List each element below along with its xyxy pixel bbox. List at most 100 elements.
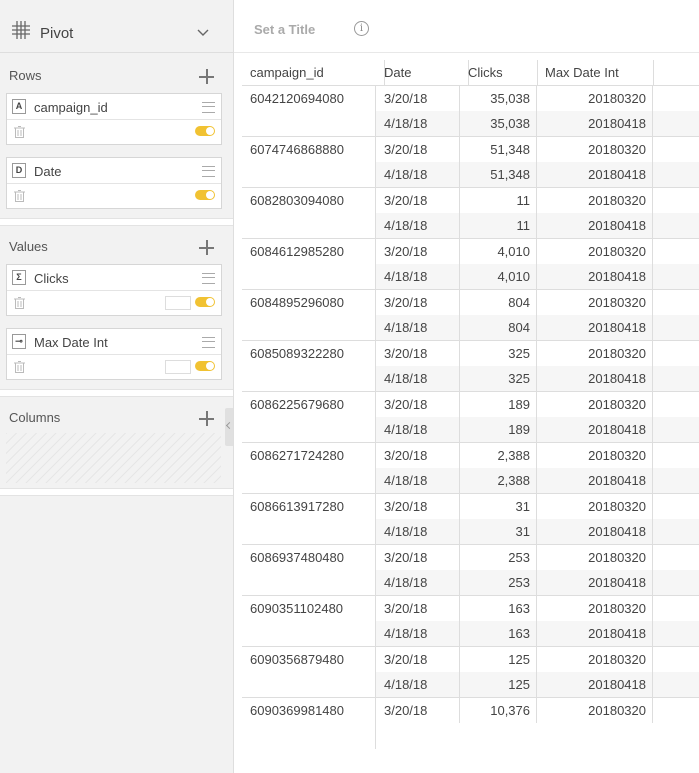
value-field-clicks[interactable]: Σ Clicks: [6, 264, 222, 316]
clicks-cell: 325: [460, 341, 537, 366]
drag-handle-icon[interactable]: [202, 166, 215, 177]
campaign-id-cell: 6084895296080: [242, 290, 376, 341]
clicks-cell: 804: [460, 315, 537, 341]
campaign-id-cell: 6090356879480: [242, 647, 376, 698]
max-date-int-cell: 20180418: [537, 162, 653, 188]
trash-icon[interactable]: [14, 190, 25, 202]
max-date-int-cell: 20180418: [537, 570, 653, 596]
widget-type-selector[interactable]: Pivot: [0, 5, 233, 53]
column-header-clicks[interactable]: Clicks: [460, 60, 538, 86]
columns-section-title: Columns: [9, 410, 61, 425]
max-date-int-cell: 20180418: [537, 111, 653, 137]
add-column-button[interactable]: [199, 411, 215, 427]
table-row-group: 6085089322280 3/20/18 325 20180320 4/18/18 32…: [242, 340, 699, 392]
max-date-int-cell: 20180320: [537, 137, 653, 162]
clicks-cell: 2,388: [460, 468, 537, 494]
field-toggle[interactable]: [195, 190, 215, 200]
section-divider: [0, 389, 233, 397]
table-row-group: 6084612985280 3/20/18 4,010 20180320 4/18/18…: [242, 238, 699, 290]
clicks-cell: 325: [460, 366, 537, 392]
widget-type-label: Pivot: [40, 25, 74, 42]
format-box[interactable]: [165, 360, 191, 374]
info-icon[interactable]: i: [354, 21, 369, 36]
values-section-title: Values: [9, 239, 48, 254]
row-field-date[interactable]: D Date: [6, 157, 222, 209]
max-date-int-cell: 20180320: [537, 698, 653, 723]
date-cell: 3/20/18: [376, 392, 460, 417]
clicks-cell: 51,348: [460, 162, 537, 188]
table-row-group: 6086613917280 3/20/18 31 20180320 4/18/18 31 2…: [242, 493, 699, 545]
date-cell: 3/20/18: [376, 647, 460, 672]
column-header-date[interactable]: Date: [376, 60, 469, 86]
field-toggle[interactable]: [195, 297, 215, 307]
clicks-cell: 804: [460, 290, 537, 315]
trash-icon[interactable]: [14, 126, 25, 138]
table-row-group: 6082803094080 3/20/18 11 20180320 4/18/18 11 2…: [242, 187, 699, 239]
campaign-id-cell: 6090369981480: [242, 698, 376, 749]
date-cell: 4/18/18: [376, 264, 460, 290]
campaign-id-cell: 6074746868880: [242, 137, 376, 188]
date-cell: 4/18/18: [376, 672, 460, 698]
value-field-max-date-int[interactable]: ⊸ Max Date Int: [6, 328, 222, 380]
date-cell: 3/20/18: [376, 239, 460, 264]
date-cell: 3/20/18: [376, 545, 460, 570]
date-cell: 3/20/18: [376, 494, 460, 519]
clicks-cell: 51,348: [460, 137, 537, 162]
chevron-down-icon[interactable]: [197, 29, 209, 37]
column-header-max-date-int[interactable]: Max Date Int: [537, 60, 654, 86]
max-date-int-cell: 20180418: [537, 366, 653, 392]
trash-icon[interactable]: [14, 297, 25, 309]
pivot-settings-panel: Pivot Rows A campaign_id D Date Values Σ…: [0, 0, 234, 773]
clicks-cell: 35,038: [460, 111, 537, 137]
add-value-button[interactable]: [199, 240, 215, 256]
rows-section-title: Rows: [9, 68, 42, 83]
max-date-int-cell: 20180320: [537, 545, 653, 570]
columns-drop-zone[interactable]: [6, 433, 221, 483]
field-toggle[interactable]: [195, 126, 215, 136]
clicks-cell: 253: [460, 545, 537, 570]
trash-icon[interactable]: [14, 361, 25, 373]
max-date-int-cell: 20180320: [537, 647, 653, 672]
max-date-int-cell: 20180418: [537, 672, 653, 698]
max-date-int-cell: 20180418: [537, 315, 653, 341]
sum-type-badge: Σ: [12, 270, 26, 285]
field-label: Clicks: [34, 271, 69, 286]
clicks-cell: 11: [460, 213, 537, 239]
add-row-button[interactable]: [199, 69, 215, 85]
date-cell: 4/18/18: [376, 315, 460, 341]
drag-handle-icon[interactable]: [202, 102, 215, 113]
table-row-group: 6090351102480 3/20/18 163 20180320 4/18/18 16…: [242, 595, 699, 647]
max-date-int-cell: 20180418: [537, 519, 653, 545]
clicks-cell: 4,010: [460, 239, 537, 264]
row-field-campaign-id[interactable]: A campaign_id: [6, 93, 222, 145]
field-label: Date: [34, 164, 62, 179]
clicks-cell: 125: [460, 647, 537, 672]
drag-handle-icon[interactable]: [202, 337, 215, 348]
title-input[interactable]: Set a Title: [254, 22, 315, 37]
table-row-group: 6074746868880 3/20/18 51,348 20180320 4/18/1…: [242, 136, 699, 188]
grid-icon: [12, 21, 30, 39]
date-cell: 4/18/18: [376, 519, 460, 545]
table-row-group: 6084895296080 3/20/18 804 20180320 4/18/18 80…: [242, 289, 699, 341]
date-cell: 3/20/18: [376, 443, 460, 468]
clicks-cell: 163: [460, 621, 537, 647]
max-date-int-cell: 20180320: [537, 290, 653, 315]
campaign-id-cell: 6042120694080: [242, 86, 376, 137]
table-row-group: 6086271724280 3/20/18 2,388 20180320 4/18/18…: [242, 442, 699, 494]
drag-handle-icon[interactable]: [202, 273, 215, 284]
clicks-cell: 4,010: [460, 264, 537, 290]
column-header-campaign-id[interactable]: campaign_id: [242, 60, 385, 86]
max-date-int-cell: 20180320: [537, 341, 653, 366]
date-cell: 4/18/18: [376, 417, 460, 443]
date-cell: 4/18/18: [376, 468, 460, 494]
section-divider: [0, 218, 233, 226]
date-cell: 4/18/18: [376, 570, 460, 596]
collapse-panel-button[interactable]: [225, 408, 233, 446]
date-cell: 3/20/18: [376, 290, 460, 315]
clicks-cell: 10,376: [460, 698, 537, 723]
max-date-int-cell: 20180418: [537, 264, 653, 290]
max-date-int-cell: 20180418: [537, 468, 653, 494]
format-box[interactable]: [165, 296, 191, 310]
field-toggle[interactable]: [195, 361, 215, 371]
date-cell: 4/18/18: [376, 213, 460, 239]
